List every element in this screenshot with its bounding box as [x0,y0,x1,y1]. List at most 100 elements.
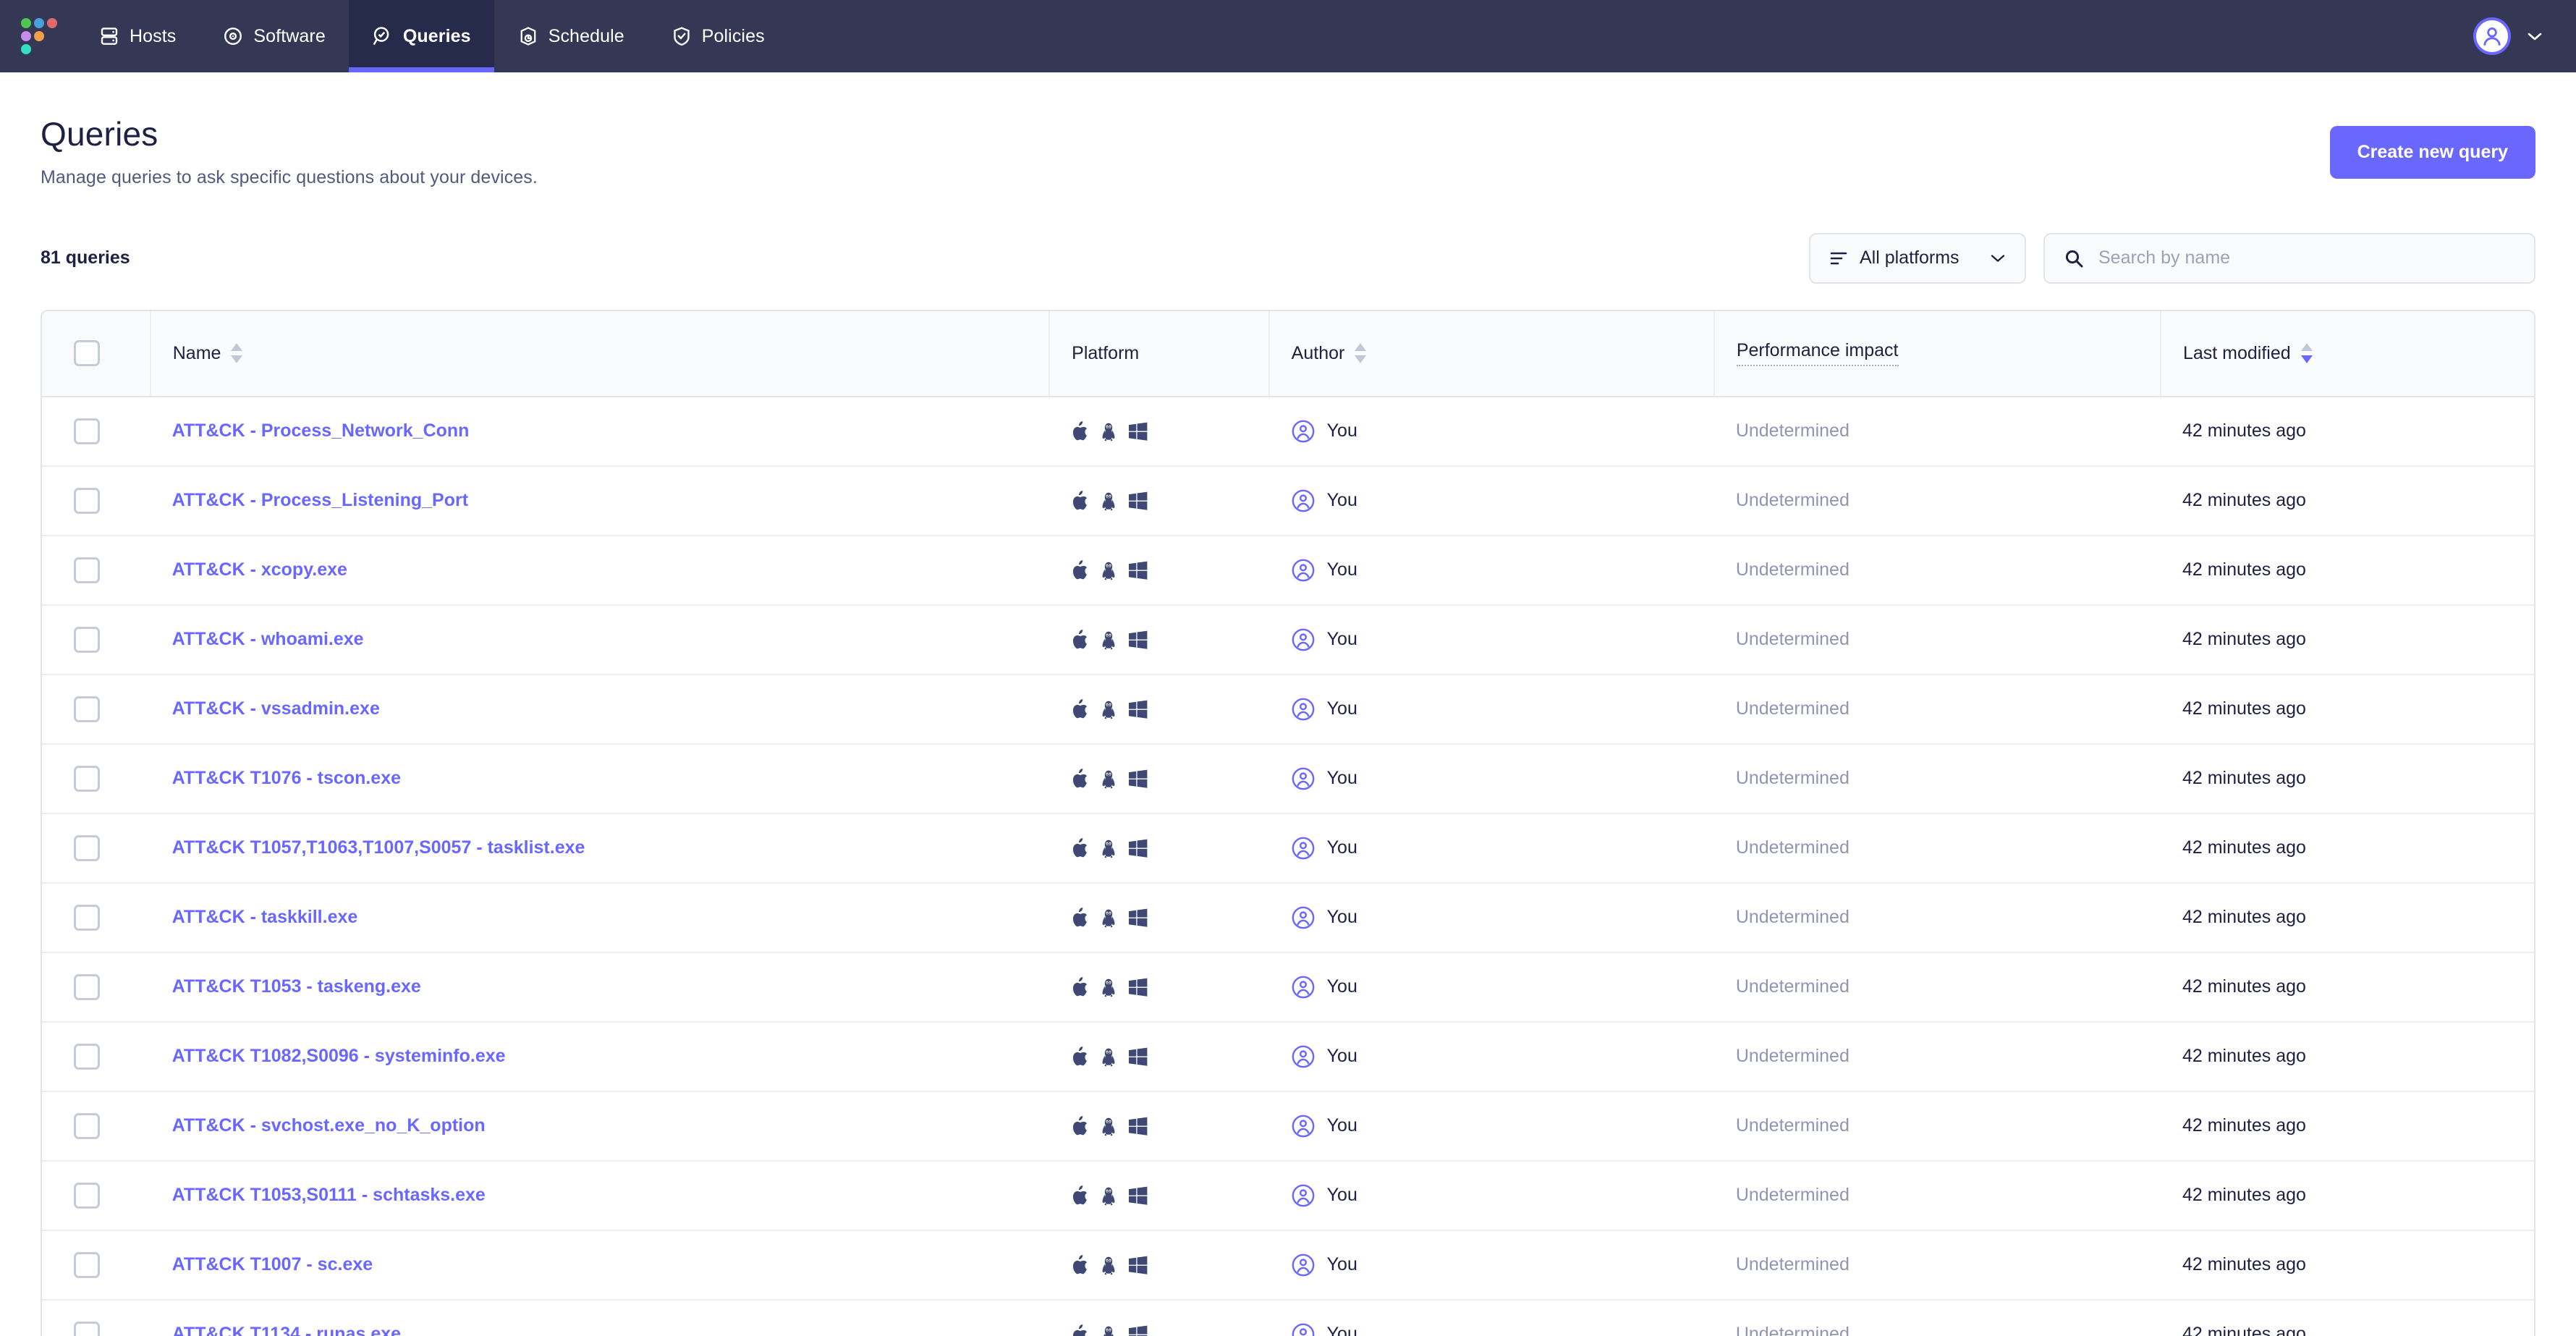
query-name-link[interactable]: ATT&CK - svchost.exe_no_K_option [172,1115,486,1136]
nav-item-queries[interactable]: Queries [348,0,494,72]
last-modified-cell: 42 minutes ago [2161,744,2534,813]
windows-icon [1129,491,1148,510]
last-modified-value: 42 minutes ago [2182,1254,2306,1275]
performance-impact-value: Undetermined [1735,1324,1850,1336]
user-avatar-icon[interactable] [2473,17,2511,55]
table-row[interactable]: ATT&CK T1076 - tscon.exe You Undetermined 4… [42,744,2534,813]
nav-item-software[interactable]: Software [199,0,348,72]
table-row[interactable]: ATT&CK - Process_Listening_Port You Undete… [42,466,2534,536]
performance-impact-value: Undetermined [1735,1115,1850,1136]
table-row[interactable]: ATT&CK - svchost.exe_no_K_option You Undet… [42,1091,2534,1161]
performance-impact-cell: Undetermined [1714,397,2161,466]
column-header-name[interactable]: Name [150,310,1050,397]
row-checkbox[interactable] [74,1112,100,1139]
table-row[interactable]: ATT&CK T1057,T1063,T1007,S0057 - tasklis… [42,813,2534,883]
query-name-link[interactable]: ATT&CK - Process_Network_Conn [172,420,470,441]
author-avatar-icon [1292,1045,1315,1067]
row-checkbox[interactable] [74,418,100,444]
performance-impact-cell: Undetermined [1714,744,2161,813]
linux-icon [1102,631,1115,649]
table-row[interactable]: ATT&CK T1134 - runas.exe You Undetermined 4… [42,1300,2534,1336]
query-name-link[interactable]: ATT&CK - xcopy.exe [172,559,347,580]
table-body: ATT&CK - Process_Network_Conn You Undeterm… [42,397,2534,1336]
query-name-link[interactable]: ATT&CK T1007 - sc.exe [172,1254,373,1274]
select-all-checkbox[interactable] [74,340,100,367]
query-name-link[interactable]: ATT&CK T1057,T1063,T1007,S0057 - tasklis… [172,837,585,858]
column-header-last-modified[interactable]: Last modified [2159,310,2534,397]
platform-cell [1049,1300,1269,1336]
query-count-label: 81 queries [41,248,130,269]
row-select-cell [42,536,151,605]
performance-impact-cell: Undetermined [1714,466,2161,536]
row-checkbox[interactable] [74,626,100,653]
row-checkbox[interactable] [74,696,100,722]
author-avatar-icon [1292,837,1315,859]
windows-icon [1129,769,1148,788]
row-checkbox[interactable] [74,487,100,514]
query-name-link[interactable]: ATT&CK - vssadmin.exe [172,698,380,719]
nav-label: Schedule [548,25,624,46]
query-name-link[interactable]: ATT&CK - whoami.exe [172,629,364,649]
table-row[interactable]: ATT&CK T1082,S0096 - systeminfo.exe You Un… [42,1022,2534,1091]
author-avatar-icon [1292,698,1315,720]
last-modified-value: 42 minutes ago [2182,1115,2306,1136]
row-checkbox[interactable] [74,1321,100,1336]
nav-label: Software [253,25,326,46]
linux-icon [1102,562,1115,580]
query-name-cell: ATT&CK - xcopy.exe [151,536,1049,605]
query-name-link[interactable]: ATT&CK - Process_Listening_Port [172,490,468,510]
row-checkbox[interactable] [74,1251,100,1278]
query-search-icon [372,25,394,47]
table-row[interactable]: ATT&CK T1053,S0111 - schtasks.exe You Unde… [42,1161,2534,1230]
table-row[interactable]: ATT&CK - Process_Network_Conn You Undeterm… [42,397,2534,466]
nav-item-policies[interactable]: Policies [648,0,788,72]
table-row[interactable]: ATT&CK - whoami.exe You Undetermined 42 min… [42,605,2534,675]
query-name-link[interactable]: ATT&CK T1082,S0096 - systeminfo.exe [172,1046,506,1066]
nav-item-schedule[interactable]: Schedule [494,0,648,72]
column-header-author[interactable]: Author [1268,310,1714,397]
query-name-link[interactable]: ATT&CK - taskkill.exe [172,907,358,927]
column-label: Performance impact [1736,340,1899,367]
author-cell: You [1269,952,1714,1022]
column-header-performance-impact[interactable]: Performance impact [1713,310,2161,397]
row-checkbox[interactable] [74,765,100,792]
windows-icon [1129,630,1148,649]
chevron-down-icon[interactable] [2527,31,2543,41]
performance-impact-cell: Undetermined [1714,675,2161,744]
author-name: You [1326,490,1357,511]
search-input[interactable] [2098,248,2515,269]
row-checkbox[interactable] [74,904,100,931]
platform-icon-group [1071,1185,1269,1206]
platform-filter-dropdown[interactable]: All platforms [1809,232,2026,284]
table-row[interactable]: ATT&CK - xcopy.exe You Undetermined 42 minu… [42,536,2534,605]
query-name-cell: ATT&CK T1134 - runas.exe [151,1300,1049,1336]
query-name-link[interactable]: ATT&CK T1076 - tscon.exe [172,768,401,788]
row-checkbox[interactable] [74,1182,100,1209]
table-row[interactable]: ATT&CK T1053 - taskeng.exe You Undetermine… [42,952,2534,1022]
performance-impact-cell: Undetermined [1714,1161,2161,1230]
windows-icon [1129,700,1148,719]
row-checkbox[interactable] [74,973,100,1000]
table-row[interactable]: ATT&CK - vssadmin.exe You Undetermined 42 m… [42,675,2534,744]
schedule-box-icon [517,25,539,47]
query-name-cell: ATT&CK - vssadmin.exe [151,675,1049,744]
row-checkbox[interactable] [74,834,100,861]
author-name: You [1326,420,1357,441]
linux-icon [1102,1256,1115,1274]
app-logo[interactable] [0,0,75,72]
platform-icon-group [1071,768,1269,789]
row-checkbox[interactable] [74,1043,100,1070]
query-name-link[interactable]: ATT&CK T1053 - taskeng.exe [172,976,421,997]
apple-icon [1073,1115,1088,1135]
query-name-link[interactable]: ATT&CK T1134 - runas.exe [172,1324,401,1336]
author-avatar-icon [1292,976,1315,998]
author-cell: You [1269,397,1714,466]
nav-item-hosts[interactable]: Hosts [75,0,199,72]
apple-icon [1073,1046,1088,1065]
create-new-query-button[interactable]: Create new query [2329,126,2535,179]
table-row[interactable]: ATT&CK - taskkill.exe You Undetermined 42 m… [42,883,2534,952]
table-row[interactable]: ATT&CK T1007 - sc.exe You Undetermined 42 m… [42,1230,2534,1300]
query-name-link[interactable]: ATT&CK T1053,S0111 - schtasks.exe [172,1185,486,1205]
row-checkbox[interactable] [74,557,100,583]
author-cell: You [1269,1022,1714,1091]
